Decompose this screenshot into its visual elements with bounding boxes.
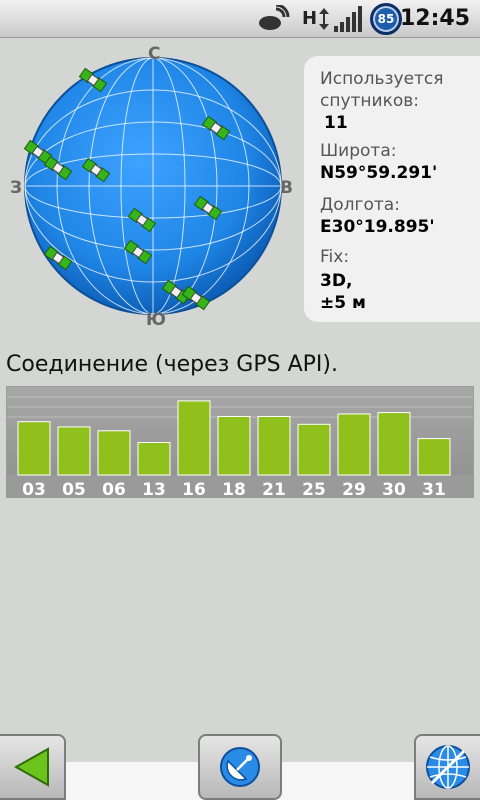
globe-button[interactable]	[414, 734, 480, 800]
satellite-sky-view[interactable]: С Ю З В	[8, 44, 298, 334]
globe-icon	[426, 745, 470, 789]
signal-icon	[334, 6, 362, 32]
latitude-value: N59°59.291'	[320, 163, 438, 183]
signal-bar-03	[17, 421, 51, 476]
sky-sphere	[24, 57, 282, 315]
connection-status: Соединение (через GPS API).	[6, 352, 338, 377]
satellite-id-label-06: 06	[102, 480, 126, 497]
satellite-id-label-03: 03	[22, 480, 46, 497]
satellite-id-label-18: 18	[222, 480, 246, 497]
longitude-value: E30°19.895'	[320, 217, 435, 237]
signal-bar-29	[337, 413, 371, 476]
satellite-id-label-25: 25	[302, 480, 326, 497]
fix-value-accuracy: ±5 м	[320, 293, 366, 313]
signal-bar-06	[97, 430, 131, 476]
fix-value-type: 3D,	[320, 271, 353, 291]
satellite-id-label-29: 29	[342, 480, 366, 497]
signal-bar-16	[177, 400, 211, 476]
satellite-id-label-21: 21	[262, 480, 286, 497]
satellite-view-button[interactable]	[198, 734, 282, 800]
satellite-id-label-31: 31	[422, 480, 446, 497]
compass-north-label: С	[148, 44, 161, 64]
satellite-id-label-13: 13	[142, 480, 166, 497]
latitude-label: Широта:	[320, 141, 397, 161]
signal-strength-chart: 03 05 06 13 16 18 21 25 29 30 31	[6, 386, 474, 500]
signal-bar-30	[377, 412, 411, 476]
gps-info-panel: Используется спутников: 11 Широта: N59°5…	[304, 56, 480, 322]
compass-east-label: В	[280, 178, 293, 198]
satellite-dish-icon	[220, 747, 260, 787]
longitude-label: Долгота:	[320, 195, 400, 215]
signal-bar-18	[217, 416, 251, 476]
back-button[interactable]	[0, 734, 66, 800]
network-type-label: H	[302, 8, 318, 29]
bottom-toolbar	[0, 734, 480, 800]
network-arrows-icon	[319, 8, 329, 30]
compass-south-label: Ю	[146, 310, 166, 330]
satellites-used-value: 11	[324, 113, 348, 133]
compass-west-label: З	[10, 178, 23, 198]
satellite-id-label-16: 16	[182, 480, 206, 497]
nfc-icon	[259, 5, 290, 30]
satellites-used-label: Используется спутников:	[320, 69, 444, 111]
clock: 12:45	[399, 6, 470, 31]
fix-label: Fix:	[320, 247, 350, 267]
satellite-id-label-30: 30	[382, 480, 406, 497]
signal-bar-31	[417, 438, 451, 476]
signal-bar-21	[257, 416, 291, 476]
satellite-id-label-05: 05	[62, 480, 86, 497]
signal-bar-05	[57, 426, 91, 476]
signal-chart-svg: 03 05 06 13 16 18 21 25 29 30 31	[7, 396, 473, 500]
battery-icon: 85	[370, 3, 402, 35]
back-arrow-icon	[13, 747, 49, 787]
signal-bar-13	[137, 442, 171, 476]
signal-bar-25	[297, 423, 331, 476]
status-bar: H 85 12:45	[0, 0, 480, 38]
